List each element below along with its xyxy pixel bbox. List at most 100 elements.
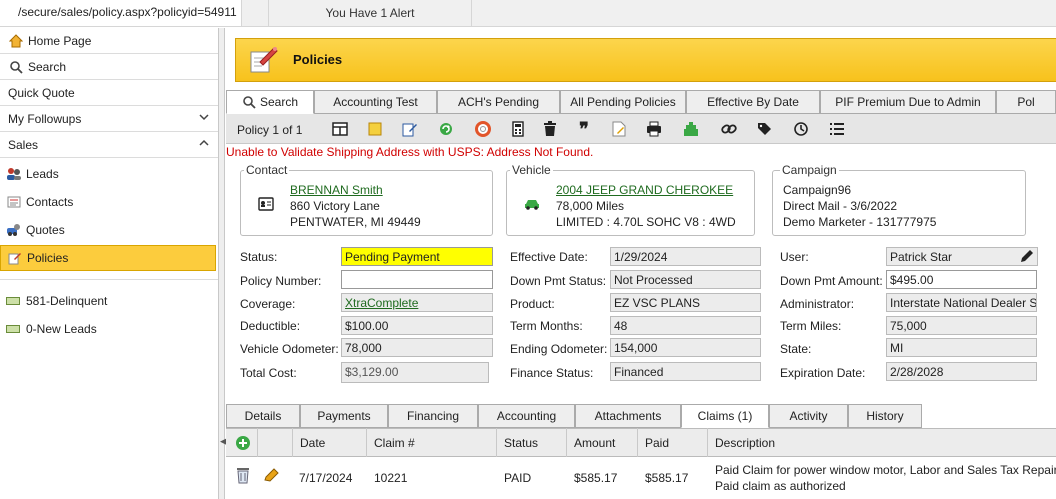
tab-label: Payments bbox=[317, 409, 371, 423]
policy-number-field[interactable] bbox=[341, 270, 493, 289]
contact-name-link[interactable]: BRENNAN Smith bbox=[290, 183, 383, 197]
tab-history[interactable]: History bbox=[848, 404, 922, 428]
chevron-down-icon[interactable] bbox=[198, 111, 210, 126]
add-record-icon[interactable] bbox=[683, 120, 701, 138]
vehicle-name-link[interactable]: 2004 JEEP GRAND CHEROKEE bbox=[556, 183, 733, 197]
tab-pif-premium-due[interactable]: PIF Premium Due to Admin bbox=[820, 90, 996, 114]
sidebar-item-label: Search bbox=[28, 59, 67, 74]
vehicle-odometer-field[interactable]: 78,000 bbox=[341, 338, 493, 357]
grid-col-date[interactable]: Date bbox=[292, 428, 366, 457]
pencil-icon[interactable] bbox=[1019, 249, 1034, 267]
tab-accounting[interactable]: Accounting bbox=[478, 404, 575, 428]
add-claim-icon[interactable] bbox=[235, 435, 251, 454]
report-label: 0-New Leads bbox=[26, 322, 97, 336]
tab-search[interactable]: Search bbox=[226, 90, 314, 114]
tab-details[interactable]: Details bbox=[226, 404, 300, 428]
policies-header-icon bbox=[248, 44, 280, 74]
user-field[interactable]: Patrick Star bbox=[886, 247, 1038, 266]
grid-col-status[interactable]: Status bbox=[496, 428, 566, 457]
claim-number: 10221 bbox=[374, 471, 408, 485]
report-label: 581-Delinquent bbox=[26, 294, 108, 308]
claim-paid: $585.17 bbox=[645, 471, 689, 485]
tab-effective-by-date[interactable]: Effective By Date bbox=[686, 90, 820, 114]
claim-description-line2: Paid claim as authorized bbox=[715, 479, 846, 493]
delete-claim-icon[interactable] bbox=[236, 466, 250, 487]
url-field[interactable]: /secure/sales/policy.aspx?policyid=54911 bbox=[0, 0, 242, 26]
print-icon[interactable] bbox=[645, 120, 663, 138]
finance-status-label: Finance Status: bbox=[510, 366, 594, 380]
history-icon[interactable] bbox=[792, 120, 810, 138]
sidebar-item-sales[interactable]: Sales bbox=[0, 132, 218, 158]
grid-col-description[interactable]: Description bbox=[707, 428, 1056, 457]
term-months-field[interactable]: 48 bbox=[610, 316, 761, 335]
divider bbox=[0, 279, 218, 280]
down-pmt-status-field[interactable]: Not Processed bbox=[610, 270, 761, 289]
product-field[interactable]: EZ VSC PLANS bbox=[610, 293, 761, 312]
sidebar-item-label: My Followups bbox=[8, 111, 82, 126]
tab-payments[interactable]: Payments bbox=[300, 404, 388, 428]
tab-financing[interactable]: Financing bbox=[388, 404, 478, 428]
sidebar-item-search[interactable]: Search bbox=[0, 54, 218, 80]
document-edit-icon[interactable] bbox=[610, 120, 628, 138]
note-icon[interactable] bbox=[366, 120, 384, 138]
sidebar-item-quotes[interactable]: Quotes bbox=[0, 216, 218, 244]
tags-icon[interactable] bbox=[756, 120, 774, 138]
grid-col-amount[interactable]: Amount bbox=[566, 428, 637, 457]
coverage-field[interactable]: XtraComplete bbox=[341, 293, 493, 312]
status-label: Status: bbox=[240, 250, 278, 264]
report-new-leads[interactable]: 0-New Leads bbox=[0, 317, 218, 341]
tab-attachments[interactable]: Attachments bbox=[575, 404, 681, 428]
chevron-up-icon[interactable] bbox=[198, 137, 210, 152]
contacts-icon bbox=[6, 194, 22, 210]
state-field[interactable]: MI bbox=[886, 338, 1037, 357]
edit-claim-icon[interactable] bbox=[264, 468, 280, 485]
ending-odometer-field[interactable]: 154,000 bbox=[610, 338, 761, 357]
deductible-field[interactable]: $100.00 bbox=[341, 316, 493, 335]
finance-status-field[interactable]: Financed bbox=[610, 362, 761, 381]
home-icon bbox=[8, 33, 24, 49]
tab-claims[interactable]: Claims (1) bbox=[681, 404, 769, 428]
sidebar-item-policies[interactable]: Policies bbox=[0, 245, 216, 271]
tab-all-pending-policies[interactable]: All Pending Policies bbox=[560, 90, 686, 114]
campaign-card-title: Campaign bbox=[780, 163, 839, 177]
quote-icon[interactable]: ❞ bbox=[575, 119, 593, 139]
sidebar-splitter[interactable] bbox=[219, 28, 225, 499]
coverage-label: Coverage: bbox=[240, 297, 296, 311]
refresh-icon[interactable] bbox=[437, 120, 455, 138]
calculator-icon[interactable] bbox=[509, 120, 527, 138]
report-581-delinquent[interactable]: 581-Delinquent bbox=[0, 289, 218, 313]
coverage-link[interactable]: XtraComplete bbox=[345, 296, 418, 310]
link-icon[interactable] bbox=[720, 120, 738, 138]
expiration-date-field[interactable]: 2/28/2028 bbox=[886, 362, 1037, 381]
tab-label: Accounting Test bbox=[333, 95, 418, 109]
alert-notice[interactable]: You Have 1 Alert bbox=[268, 0, 472, 26]
tab-achs-pending[interactable]: ACH's Pending bbox=[437, 90, 560, 114]
status-field[interactable]: Pending Payment bbox=[341, 247, 493, 266]
contact-city: PENTWATER, MI 49449 bbox=[290, 215, 421, 229]
sidebar-item-label: Leads bbox=[26, 167, 59, 181]
sidebar-item-my-followups[interactable]: My Followups bbox=[0, 106, 218, 132]
delete-icon[interactable] bbox=[541, 120, 559, 138]
grid-col-claim[interactable]: Claim # bbox=[366, 428, 496, 457]
vehicle-trim: LIMITED : 4.70L SOHC V8 : 4WD bbox=[556, 215, 736, 229]
sidebar-item-leads[interactable]: Leads bbox=[0, 160, 218, 188]
tab-label: Activity bbox=[789, 409, 828, 423]
grid-view-icon[interactable] bbox=[331, 120, 349, 138]
grid-col-paid[interactable]: Paid bbox=[637, 428, 707, 457]
administrator-field[interactable]: Interstate National Dealer S bbox=[886, 293, 1037, 312]
policies-icon bbox=[7, 250, 23, 266]
sidebar-item-contacts[interactable]: Contacts bbox=[0, 188, 218, 216]
edit-icon[interactable] bbox=[401, 120, 419, 138]
tab-label: Search bbox=[259, 95, 299, 109]
search-icon bbox=[8, 59, 24, 75]
tab-accounting-test[interactable]: Accounting Test bbox=[314, 90, 437, 114]
tab-activity[interactable]: Activity bbox=[769, 404, 848, 428]
term-miles-field[interactable]: 75,000 bbox=[886, 316, 1037, 335]
tab-pol[interactable]: Pol bbox=[996, 90, 1056, 114]
down-pmt-amount-field[interactable]: $495.00 bbox=[886, 270, 1037, 289]
sidebar-item-quick-quote[interactable]: Quick Quote bbox=[0, 80, 218, 106]
effective-date-field[interactable]: 1/29/2024 bbox=[610, 247, 761, 266]
sidebar-item-home[interactable]: Home Page bbox=[0, 28, 218, 54]
list-icon[interactable] bbox=[828, 120, 846, 138]
lifebuoy-icon[interactable] bbox=[474, 120, 492, 138]
